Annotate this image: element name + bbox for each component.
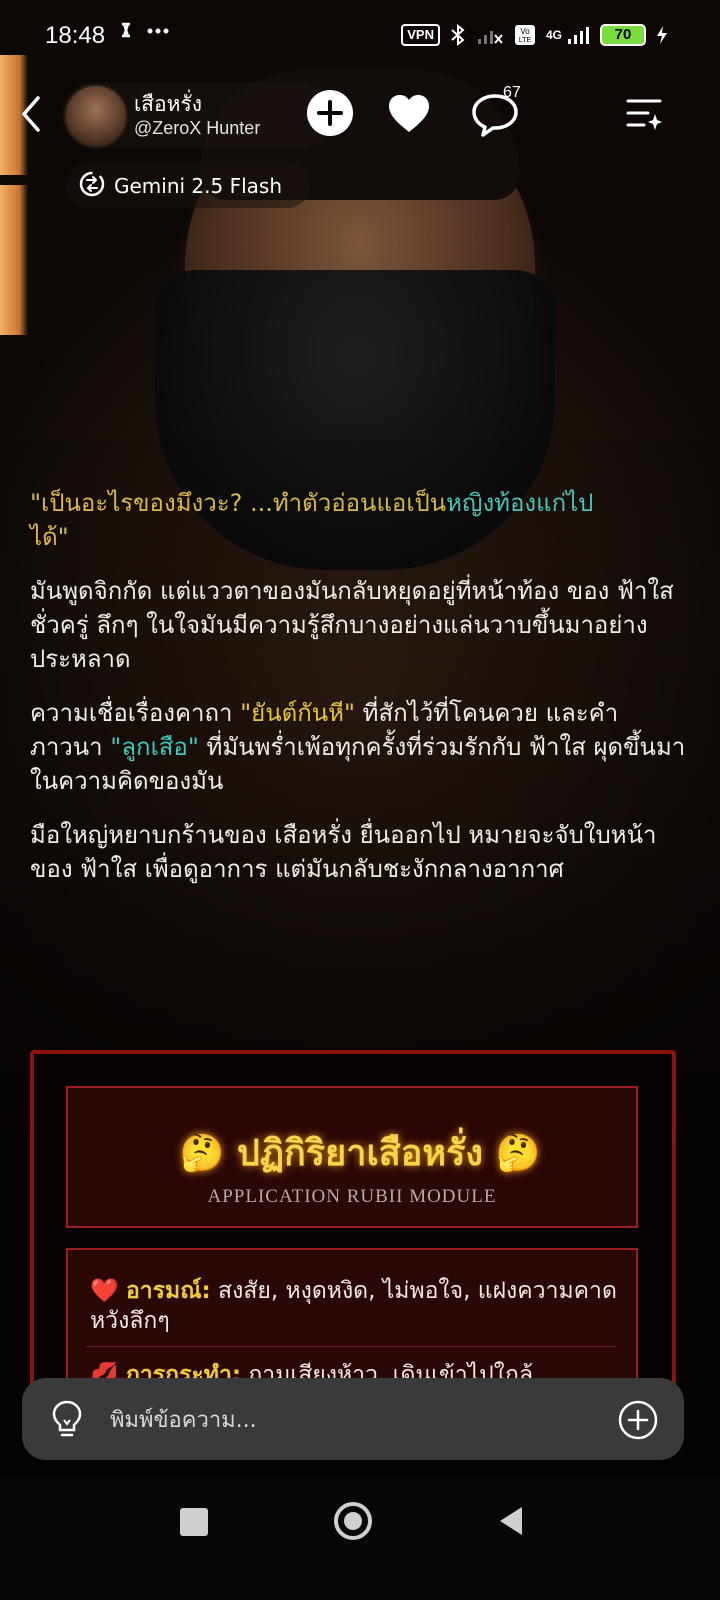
add-attachment-button[interactable]: [616, 1398, 660, 1442]
emotion-row: ❤️ อารมณ์: สงสัย, หงุดหงิด, ไม่พอใจ, แฝง…: [90, 1276, 620, 1336]
comment-count: 67: [503, 84, 521, 101]
bluetooth-icon: [451, 24, 465, 46]
recent-apps-button[interactable]: [180, 1508, 208, 1536]
vpn-badge: VPN: [401, 24, 440, 46]
panel-divider: [86, 1346, 616, 1347]
battery-level: 70: [600, 24, 646, 46]
signal-strong-icon: [568, 27, 589, 44]
volte-icon: VoLTE: [514, 25, 535, 45]
status-time: 18:48: [45, 22, 106, 49]
status-right-icons: VPN Vo LTE 4G 70: [401, 24, 668, 46]
model-switch-icon: [76, 168, 108, 200]
plus-icon: [317, 100, 343, 126]
signal-weak-icon: [477, 31, 503, 44]
back-button[interactable]: [16, 92, 46, 136]
suggestion-button[interactable]: [48, 1398, 86, 1440]
narration-paragraph: มันพูดจิกกัด แต่แววตาของมันกลับหยุดอยู่ท…: [30, 577, 674, 673]
menu-sparkle-icon: [626, 99, 662, 130]
home-circle-icon: [334, 1502, 372, 1540]
svg-text:LTE: LTE: [519, 37, 532, 44]
panel-title: 🤔 ปฏิกิริยาเสือหรั่ง 🤔: [179, 1132, 541, 1174]
chevron-left-icon: [21, 96, 40, 132]
message-input[interactable]: [108, 1396, 602, 1444]
quote-text-end: ได้": [30, 523, 69, 551]
heart-emoji-icon: ❤️: [90, 1278, 119, 1304]
quote-text-teal: หญิงท้องแก่ไป: [446, 489, 594, 517]
heart-icon: [389, 95, 429, 132]
svg-text:Vo: Vo: [520, 27, 530, 36]
panel-subtitle: APPLICATION RUBII MODULE: [207, 1186, 497, 1207]
system-back-button[interactable]: [496, 1504, 526, 1538]
highlight-term: "ลูกเสือ": [110, 733, 199, 761]
lightbulb-icon: [52, 1400, 82, 1437]
quote-text: "เป็นอะไรของมึงวะ? ...ทำตัวอ่อนแอเป็น: [30, 489, 447, 517]
background-lamp: [0, 185, 28, 335]
model-name[interactable]: Gemini 2.5 Flash: [114, 174, 282, 198]
narration-paragraph: ความเชื่อเรื่องคาถา "ยันต์กันหี" ที่สักไ…: [30, 696, 686, 798]
like-button[interactable]: [385, 92, 433, 136]
status-bar: 18:48 VPN Vo LTE 4G 70: [0, 0, 720, 72]
follow-button[interactable]: [307, 90, 353, 136]
creator-handle[interactable]: @ZeroX Hunter: [134, 118, 260, 139]
triangle-back-icon: [500, 1507, 522, 1535]
notification-icon: [122, 22, 169, 38]
character-name[interactable]: เสือหรั่ง: [134, 88, 202, 121]
charging-icon: [657, 26, 667, 44]
narration-text: ความเชื่อเรื่องคาถา: [30, 699, 241, 727]
emotion-label: อารมณ์:: [125, 1278, 211, 1304]
notification-icons: [120, 18, 180, 50]
highlight-term: "ยันต์กันหี": [240, 699, 356, 727]
narration-paragraph: มือใหญ่หยาบกร้านของ เสือหรั่ง ยื่นออกไป …: [30, 821, 657, 883]
chat-message: "เป็นอะไรของมึงวะ? ...ทำตัวอ่อนแอเป็นหญิ…: [30, 486, 686, 906]
network-type: 4G: [545, 28, 562, 42]
dialogue-quote: "เป็นอะไรของมึงวะ? ...ทำตัวอ่อนแอเป็นหญิ…: [30, 486, 686, 554]
plus-circle-icon: [618, 1400, 658, 1440]
character-avatar[interactable]: [64, 84, 128, 148]
home-button[interactable]: [332, 1500, 374, 1542]
menu-button[interactable]: [624, 96, 664, 132]
